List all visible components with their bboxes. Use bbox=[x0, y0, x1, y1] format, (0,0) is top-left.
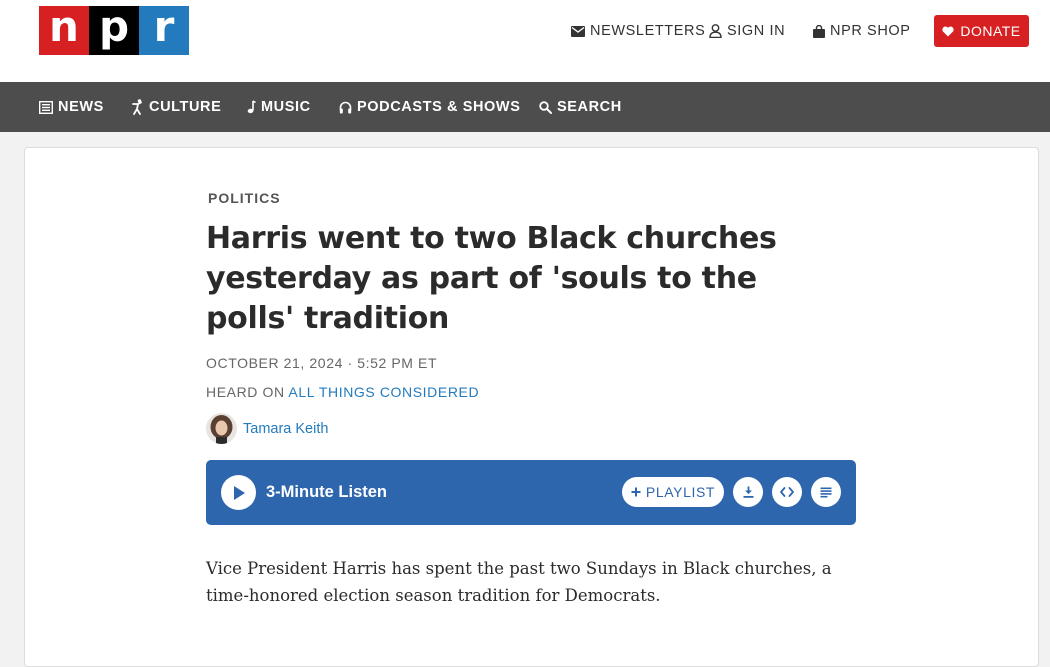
nav-culture-label: CULTURE bbox=[149, 99, 222, 115]
listen-duration-label: 3-Minute Listen bbox=[266, 483, 388, 501]
show-link[interactable]: ALL THINGS CONSIDERED bbox=[288, 384, 479, 400]
npr-logo[interactable]: n p r bbox=[39, 5, 189, 55]
logo-letter-r: r bbox=[139, 5, 189, 55]
nav-item-podcasts[interactable]: PODCASTS & SHOWS bbox=[339, 98, 520, 116]
nav-news-label: NEWS bbox=[58, 99, 104, 115]
sign-in-label: SIGN IN bbox=[727, 23, 786, 39]
author-name-link[interactable]: Tamara Keith bbox=[243, 421, 328, 437]
newsletters-label: NEWSLETTERS bbox=[590, 23, 706, 39]
user-icon bbox=[709, 24, 722, 38]
newspaper-icon bbox=[39, 100, 53, 114]
article-body-paragraph: Vice President Harris has spent the past… bbox=[206, 559, 832, 605]
author-avatar[interactable] bbox=[206, 413, 237, 444]
article-headline: Harris went to two Black churches yester… bbox=[206, 221, 777, 336]
download-icon bbox=[743, 486, 754, 498]
nav-item-news[interactable]: NEWS bbox=[39, 98, 104, 116]
embed-icon bbox=[780, 487, 794, 497]
play-button[interactable] bbox=[221, 475, 256, 510]
newsletters-link[interactable]: NEWSLETTERS bbox=[571, 22, 705, 40]
nav-search-label: SEARCH bbox=[557, 99, 622, 115]
playlist-label: PLAYLIST bbox=[645, 484, 716, 500]
nav-item-search[interactable]: SEARCH bbox=[539, 98, 622, 116]
top-utility-bar: n p r NEWSLETTERS SIGN IN NPR SHOP DONAT… bbox=[0, 0, 1050, 82]
dancer-icon bbox=[131, 99, 144, 115]
donate-button[interactable]: DONATE bbox=[934, 15, 1029, 47]
main-nav: NEWS CULTURE MUSIC PODCASTS & SHOWS SEAR… bbox=[0, 82, 1050, 132]
transcript-button[interactable] bbox=[811, 477, 841, 507]
section-label[interactable]: POLITICS bbox=[208, 190, 281, 206]
nav-item-culture[interactable]: CULTURE bbox=[131, 98, 221, 116]
logo-letter-n: n bbox=[39, 5, 89, 55]
logo-letter-p: p bbox=[89, 5, 139, 55]
headphones-icon bbox=[339, 101, 352, 114]
play-icon bbox=[232, 485, 246, 501]
music-note-icon bbox=[246, 100, 256, 114]
heard-on-prefix: HEARD ON bbox=[206, 384, 289, 400]
nav-item-music[interactable]: MUSIC bbox=[246, 98, 311, 116]
audio-player: 3-Minute Listen PLAYLIST bbox=[206, 460, 856, 525]
shopping-bag-icon bbox=[813, 24, 825, 38]
byline: Tamara Keith bbox=[206, 413, 328, 444]
donate-label: DONATE bbox=[960, 23, 1021, 39]
npr-shop-link[interactable]: NPR SHOP bbox=[813, 22, 911, 40]
npr-shop-label: NPR SHOP bbox=[830, 23, 911, 39]
embed-button[interactable] bbox=[772, 477, 802, 507]
nav-podcasts-label: PODCASTS & SHOWS bbox=[357, 99, 521, 115]
add-to-playlist-button[interactable]: PLAYLIST bbox=[622, 477, 724, 507]
nav-music-label: MUSIC bbox=[261, 99, 311, 115]
article-dateline: OCTOBER 21, 2024 · 5:52 PM ET bbox=[206, 355, 438, 371]
heard-on-line: HEARD ON ALL THINGS CONSIDERED bbox=[206, 384, 479, 400]
sign-in-link[interactable]: SIGN IN bbox=[709, 22, 785, 40]
search-icon bbox=[539, 100, 552, 114]
heart-icon bbox=[942, 26, 954, 37]
envelope-icon bbox=[571, 25, 585, 37]
plus-icon bbox=[631, 487, 641, 497]
transcript-icon bbox=[820, 487, 832, 498]
download-button[interactable] bbox=[733, 477, 763, 507]
